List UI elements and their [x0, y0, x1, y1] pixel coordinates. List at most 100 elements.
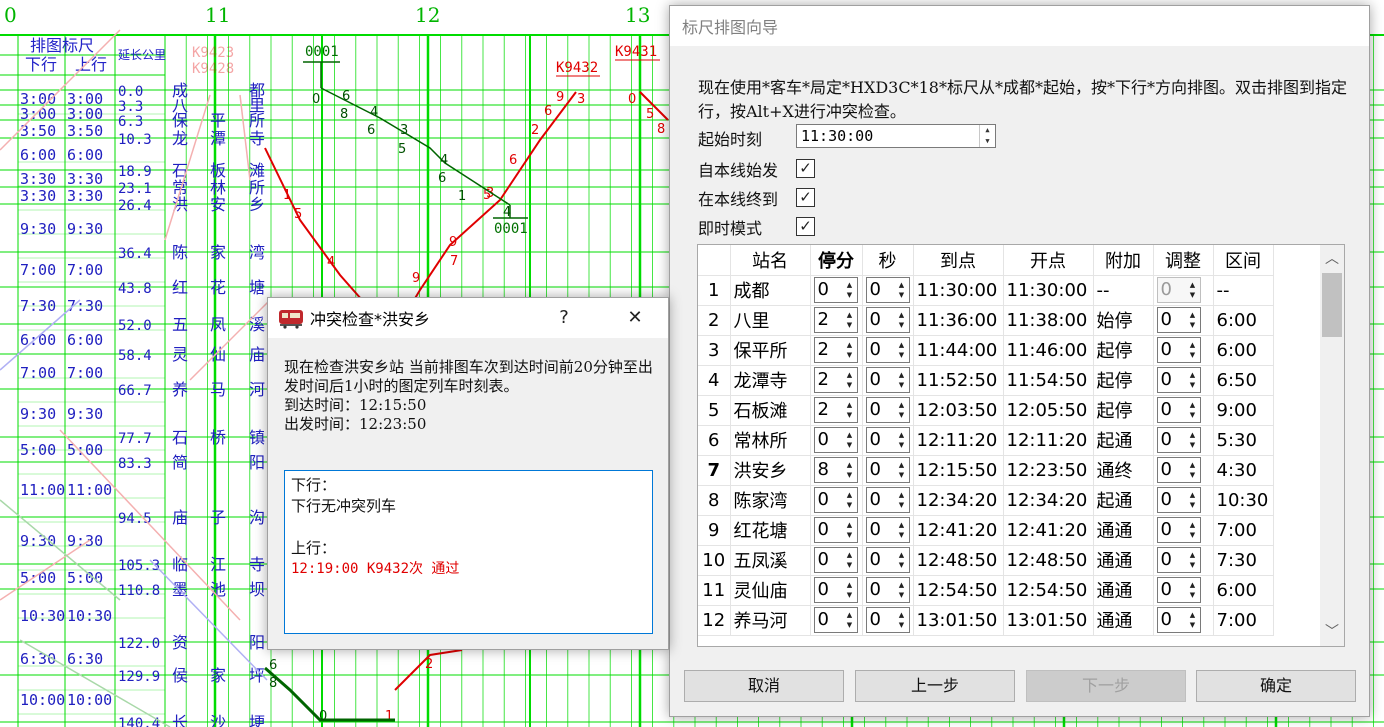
- table-row[interactable]: 7 洪安乡 8 ▲ ▼ 0 ▲ ▼ 12:15:50 12:23:50 通终 0 ▲ ▼ 4:30: [698, 455, 1274, 486]
- table-row[interactable]: 8 陈家湾 0 ▲ ▼ 0 ▲ ▼ 12:34:20 12:34:20 起通 0 ▲ ▼ 10:30: [698, 485, 1274, 516]
- col-departure[interactable]: 开点: [1003, 245, 1094, 276]
- cell-spinner[interactable]: 0 ▲ ▼: [1156, 457, 1201, 483]
- close-icon[interactable]: ✕: [612, 298, 658, 338]
- arrival-cell[interactable]: 11:44:00: [913, 335, 1004, 366]
- spin-arrows-icon[interactable]: ▲ ▼: [1187, 490, 1199, 510]
- stop-sec-cell[interactable]: 0 ▲ ▼: [862, 485, 914, 516]
- cell-spinner[interactable]: 0 ▲ ▼: [1156, 607, 1201, 633]
- spin-arrows-icon[interactable]: ▲ ▼: [896, 310, 908, 330]
- cell-spinner[interactable]: 0 ▲ ▼: [1156, 547, 1201, 573]
- interval-cell[interactable]: 9:00: [1213, 395, 1274, 426]
- stop-min-cell[interactable]: 0 ▲ ▼: [810, 545, 863, 576]
- cell-spinner[interactable]: 0 ▲ ▼: [865, 427, 910, 453]
- departure-cell[interactable]: 11:54:50: [1003, 365, 1094, 396]
- scroll-down-icon[interactable]: ﹀: [1320, 620, 1344, 644]
- conflict-titlebar[interactable]: 冲突检查*洪安乡 ? ✕: [268, 298, 668, 338]
- extra-cell[interactable]: 起停: [1093, 395, 1154, 426]
- adjust-cell[interactable]: 0 ▲ ▼: [1153, 395, 1214, 426]
- spin-arrows-icon[interactable]: ▲ ▼: [896, 340, 908, 360]
- col-adjust[interactable]: 调整: [1153, 245, 1214, 276]
- departure-cell[interactable]: 11:30:00: [1003, 275, 1094, 306]
- cell-spinner[interactable]: 0 ▲ ▼: [1156, 337, 1201, 363]
- cell-spinner[interactable]: 0 ▲ ▼: [865, 487, 910, 513]
- station-cell[interactable]: 五凤溪: [730, 545, 811, 576]
- table-row[interactable]: 3 保平所 2 ▲ ▼ 0 ▲ ▼ 11:44:00 11:46:00 起停 0 ▲ ▼ 6:00: [698, 335, 1274, 366]
- cell-spinner[interactable]: 0 ▲ ▼: [865, 457, 910, 483]
- stop-min-cell[interactable]: 0 ▲ ▼: [810, 425, 863, 456]
- spin-arrows-icon[interactable]: ▲ ▼: [1187, 580, 1199, 600]
- station-cell[interactable]: 保平所: [730, 335, 811, 366]
- spin-arrows-icon[interactable]: ▲ ▼: [844, 460, 856, 480]
- arrival-cell[interactable]: 12:34:20: [913, 485, 1004, 516]
- station-cell[interactable]: 龙潭寺: [730, 365, 811, 396]
- departure-cell[interactable]: 12:23:50: [1003, 455, 1094, 486]
- table-row[interactable]: 5 石板滩 2 ▲ ▼ 0 ▲ ▼ 12:03:50 12:05:50 起停 0 ▲ ▼ 9:00: [698, 395, 1274, 426]
- interval-cell[interactable]: 6:00: [1213, 335, 1274, 366]
- interval-cell[interactable]: 7:00: [1213, 515, 1274, 546]
- ok-button[interactable]: 确定: [1196, 670, 1356, 702]
- extra-cell[interactable]: 起通: [1093, 425, 1154, 456]
- next-step-button[interactable]: 下一步: [1026, 670, 1186, 702]
- instant-mode-checkbox[interactable]: ✓: [796, 217, 815, 236]
- stop-min-cell[interactable]: 2 ▲ ▼: [810, 335, 863, 366]
- spin-arrows-icon[interactable]: ▲ ▼: [896, 490, 908, 510]
- spin-arrows-icon[interactable]: ▲ ▼: [896, 370, 908, 390]
- interval-cell[interactable]: 6:50: [1213, 365, 1274, 396]
- cell-spinner[interactable]: 0 ▲ ▼: [1156, 517, 1201, 543]
- col-arrival[interactable]: 到点: [913, 245, 1004, 276]
- cell-spinner[interactable]: 0 ▲ ▼: [865, 277, 910, 303]
- cell-spinner[interactable]: 0 ▲ ▼: [1156, 367, 1201, 393]
- adjust-cell[interactable]: 0 ▲ ▼: [1153, 365, 1214, 396]
- scroll-thumb[interactable]: [1322, 273, 1342, 337]
- spin-arrows-icon[interactable]: ▲ ▼: [896, 550, 908, 570]
- station-cell[interactable]: 陈家湾: [730, 485, 811, 516]
- adjust-cell[interactable]: 0 ▲ ▼: [1153, 575, 1214, 606]
- spin-arrows-icon[interactable]: ▲ ▼: [1187, 310, 1199, 330]
- cell-spinner[interactable]: 0 ▲ ▼: [1156, 427, 1201, 453]
- arrival-cell[interactable]: 12:54:50: [913, 575, 1004, 606]
- cell-spinner[interactable]: 0 ▲ ▼: [813, 607, 858, 633]
- interval-cell[interactable]: 7:30: [1213, 545, 1274, 576]
- interval-cell[interactable]: 6:00: [1213, 305, 1274, 336]
- table-row[interactable]: 4 龙潭寺 2 ▲ ▼ 0 ▲ ▼ 11:52:50 11:54:50 起停 0 ▲ ▼ 6:50: [698, 365, 1274, 396]
- cell-spinner[interactable]: 8 ▲ ▼: [813, 457, 858, 483]
- cell-spinner[interactable]: 0 ▲ ▼: [1156, 487, 1201, 513]
- spin-arrows-icon[interactable]: ▲ ▼: [844, 280, 856, 300]
- adjust-cell[interactable]: 0 ▲ ▼: [1153, 455, 1214, 486]
- table-row[interactable]: 2 八里 2 ▲ ▼ 0 ▲ ▼ 11:36:00 11:38:00 始停 0 ▲ ▼ 6:00: [698, 305, 1274, 336]
- col-interval[interactable]: 区间: [1213, 245, 1274, 276]
- departure-cell[interactable]: 12:11:20: [1003, 425, 1094, 456]
- prev-step-button[interactable]: 上一步: [855, 670, 1015, 702]
- help-icon[interactable]: ?: [541, 298, 587, 338]
- station-cell[interactable]: 红花塘: [730, 515, 811, 546]
- adjust-cell[interactable]: 0 ▲ ▼: [1153, 545, 1214, 576]
- stop-min-cell[interactable]: 0 ▲ ▼: [810, 575, 863, 606]
- col-station[interactable]: 站名: [730, 245, 811, 276]
- spin-arrows-icon[interactable]: ▲ ▼: [896, 520, 908, 540]
- start-time-input[interactable]: 11:30:00 ▲ ▼: [796, 124, 996, 148]
- spin-arrows-icon[interactable]: ▲ ▼: [1187, 280, 1199, 300]
- cell-spinner[interactable]: 2 ▲ ▼: [813, 397, 858, 423]
- extra-cell[interactable]: 起停: [1093, 335, 1154, 366]
- cell-spinner[interactable]: 2 ▲ ▼: [813, 307, 858, 333]
- table-row[interactable]: 9 红花塘 0 ▲ ▼ 0 ▲ ▼ 12:41:20 12:41:20 通通 0 ▲ ▼ 7:00: [698, 515, 1274, 546]
- arrival-cell[interactable]: 13:01:50: [913, 605, 1004, 636]
- interval-cell[interactable]: --: [1213, 275, 1274, 306]
- stop-sec-cell[interactable]: 0 ▲ ▼: [862, 575, 914, 606]
- adjust-cell[interactable]: 0 ▲ ▼: [1153, 335, 1214, 366]
- arrival-cell[interactable]: 12:48:50: [913, 545, 1004, 576]
- spin-arrows-icon[interactable]: ▲ ▼: [1187, 610, 1199, 630]
- spin-arrows-icon[interactable]: ▲ ▼: [844, 370, 856, 390]
- extra-cell[interactable]: 通终: [1093, 455, 1154, 486]
- spin-arrows-icon[interactable]: ▲ ▼: [1187, 520, 1199, 540]
- cell-spinner[interactable]: 0 ▲ ▼: [865, 307, 910, 333]
- arrival-cell[interactable]: 12:11:20: [913, 425, 1004, 456]
- arrival-cell[interactable]: 11:30:00: [913, 275, 1004, 306]
- extra-cell[interactable]: 起通: [1093, 485, 1154, 516]
- adjust-cell[interactable]: 0 ▲ ▼: [1153, 605, 1214, 636]
- departure-cell[interactable]: 12:05:50: [1003, 395, 1094, 426]
- cell-spinner[interactable]: 0 ▲ ▼: [1156, 307, 1201, 333]
- spin-arrows-icon[interactable]: ▲ ▼: [1187, 340, 1199, 360]
- arrival-cell[interactable]: 12:03:50: [913, 395, 1004, 426]
- departure-cell[interactable]: 12:54:50: [1003, 575, 1094, 606]
